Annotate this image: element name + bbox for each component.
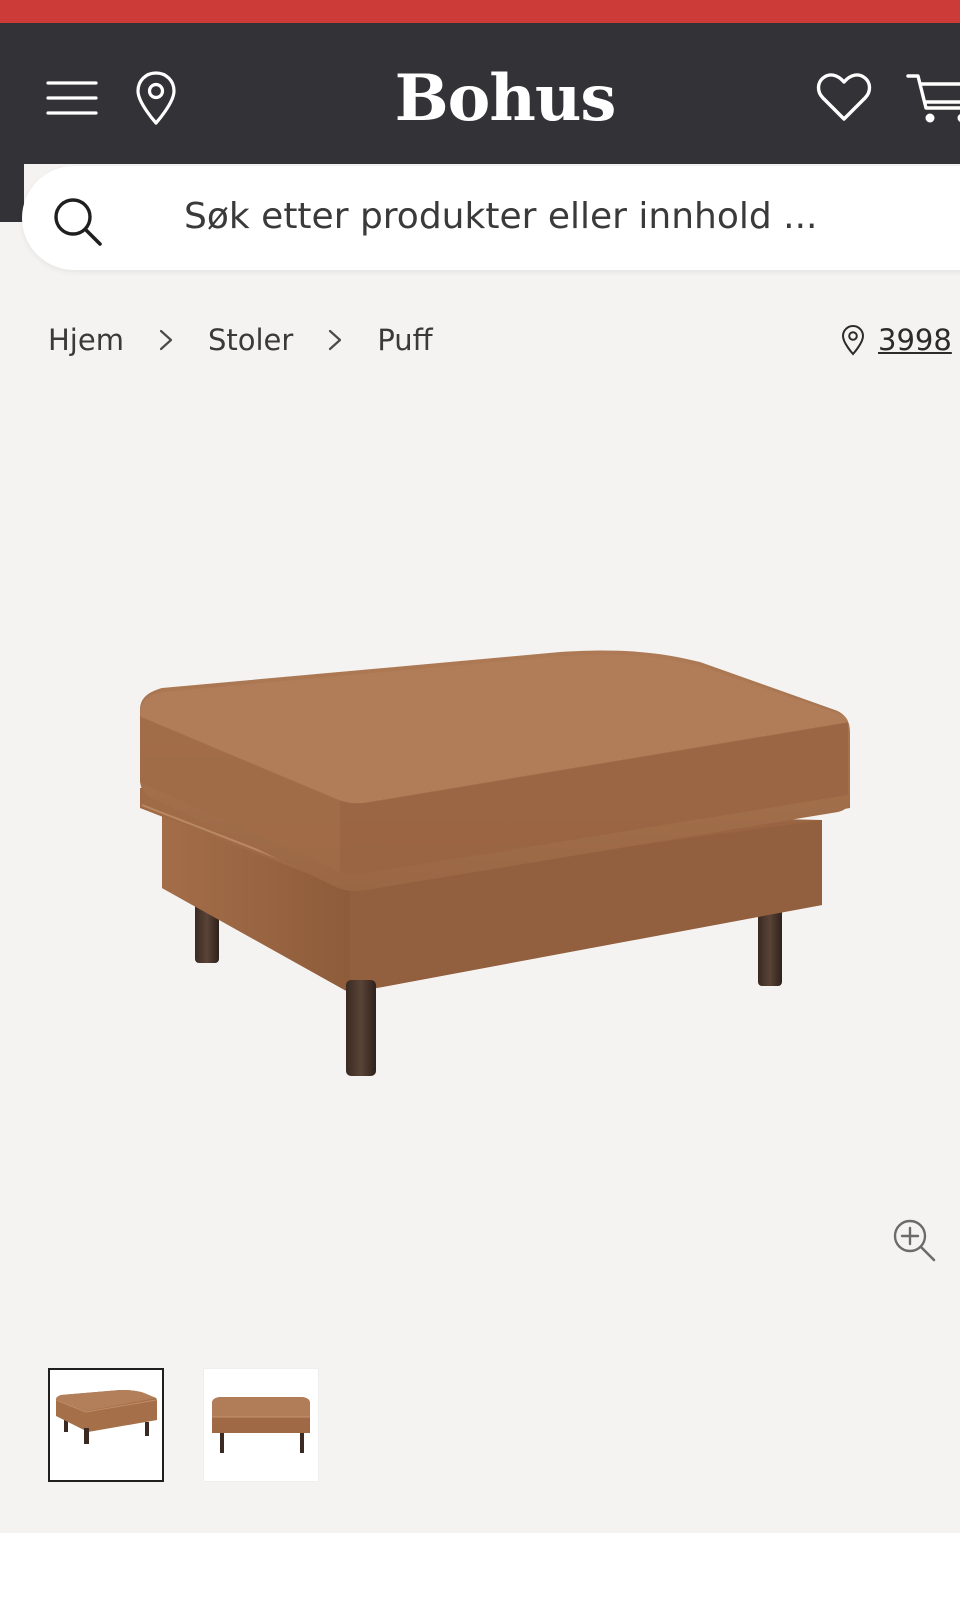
- brand-logo[interactable]: Bohus: [380, 56, 630, 142]
- product-main-image[interactable]: [100, 600, 880, 1120]
- zoom-in-icon: [893, 1219, 936, 1262]
- header-extension: [0, 164, 24, 222]
- page-bottom-area: [0, 1533, 960, 1617]
- heart-icon: [816, 73, 872, 121]
- location-pin-icon: [841, 324, 865, 356]
- zoom-button[interactable]: [888, 1214, 938, 1264]
- chevron-right-icon: [315, 328, 355, 352]
- cart-button[interactable]: [906, 68, 960, 128]
- store-postal-code[interactable]: 3998: [878, 323, 952, 357]
- store-locator-button[interactable]: [128, 68, 184, 128]
- menu-button[interactable]: [44, 70, 100, 126]
- breadcrumb-item-home[interactable]: Hjem: [48, 323, 124, 357]
- breadcrumb-item-current: Puff: [377, 323, 433, 357]
- search-input[interactable]: [184, 186, 944, 246]
- promo-strip: [0, 0, 960, 23]
- thumbnail-image: [212, 1397, 310, 1453]
- product-thumbnail-1[interactable]: [48, 1368, 164, 1482]
- shopping-cart-icon: [906, 74, 960, 123]
- breadcrumb-item-chairs[interactable]: Stoler: [208, 323, 293, 357]
- favorites-button[interactable]: [812, 68, 876, 128]
- thumbnail-image: [55, 1390, 157, 1444]
- breadcrumb: Hjem Stoler Puff: [48, 318, 433, 362]
- product-thumbnail-2[interactable]: [203, 1368, 319, 1482]
- location-pin-icon: [136, 71, 176, 125]
- search-icon[interactable]: [50, 194, 106, 250]
- chevron-right-icon: [146, 328, 186, 352]
- store-selector[interactable]: 3998: [840, 318, 952, 362]
- hamburger-menu-icon: [46, 81, 98, 115]
